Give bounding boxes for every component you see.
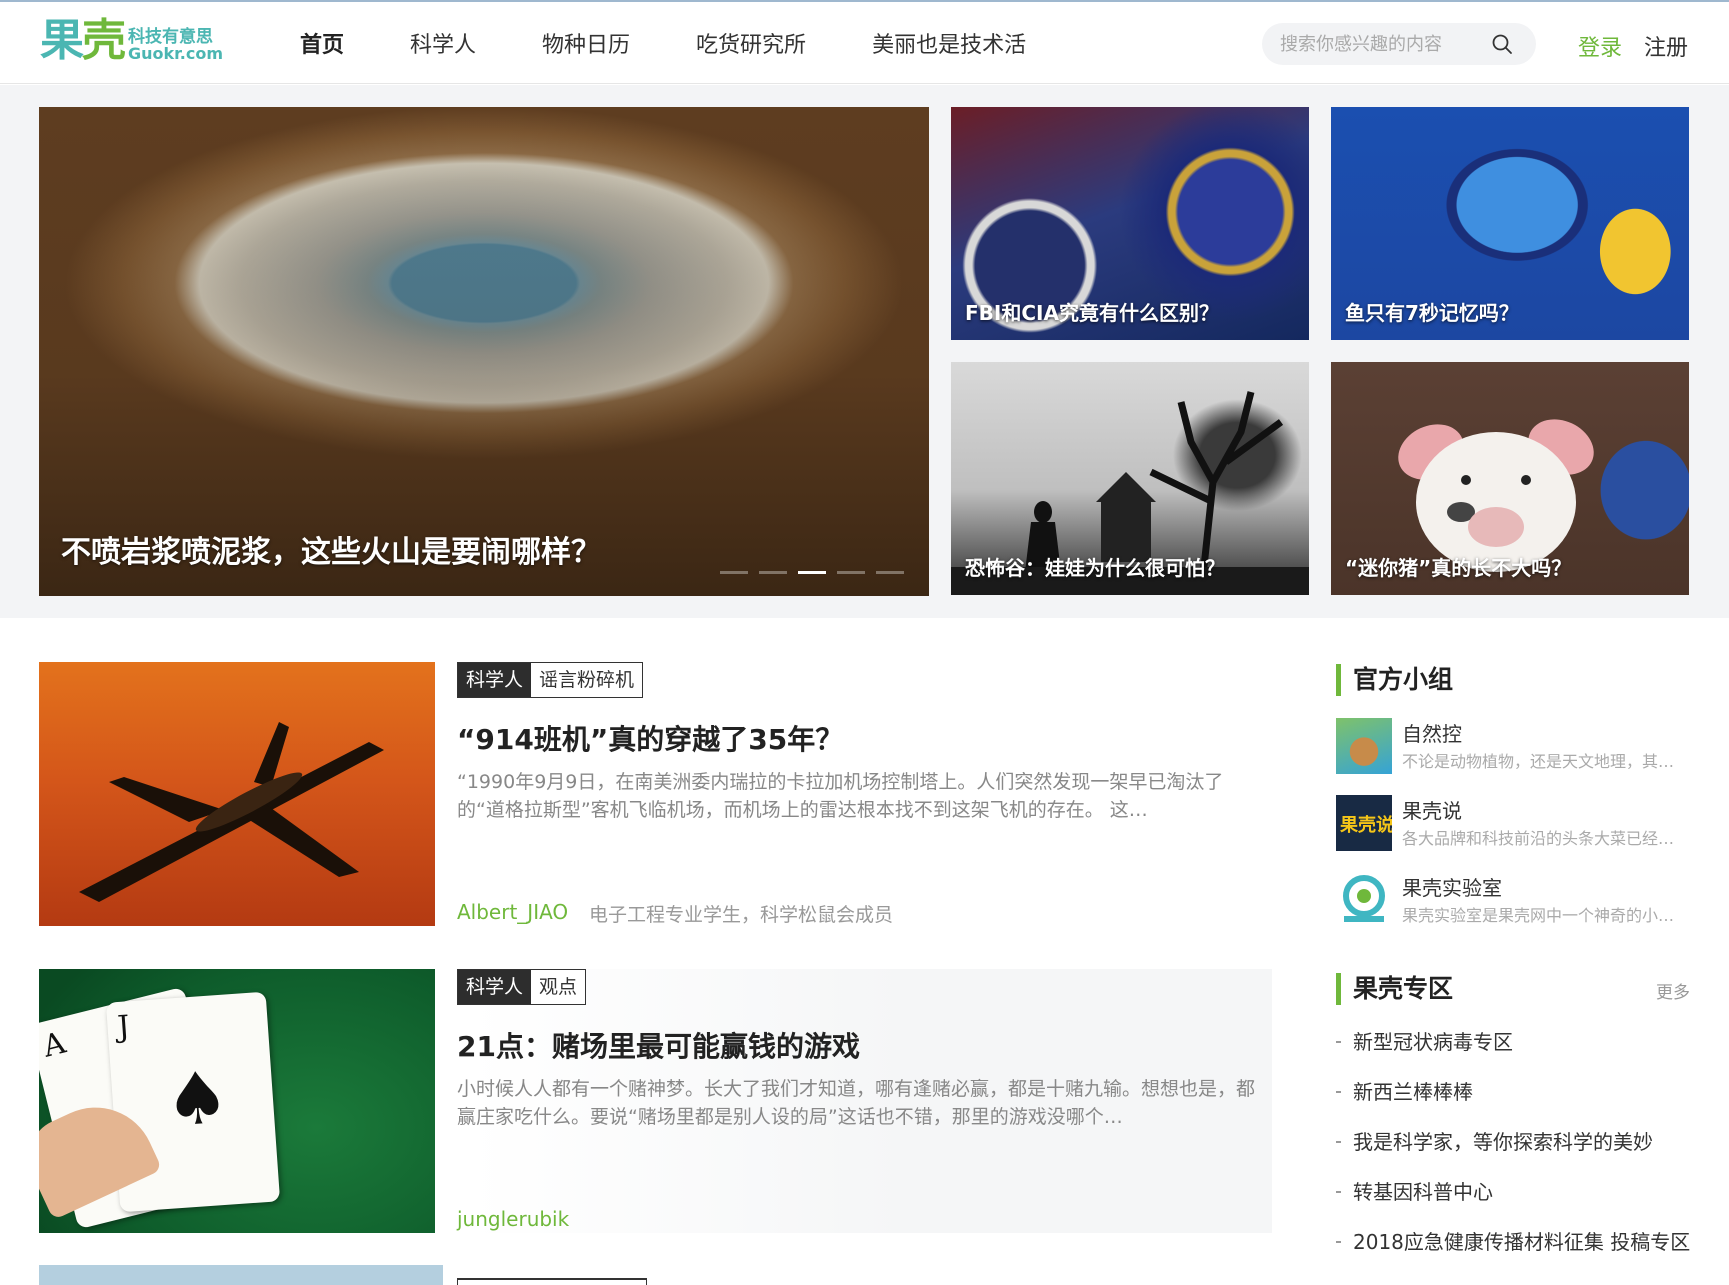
- register-link[interactable]: 注册: [1644, 30, 1688, 62]
- group-desc: 不论是动物植物，还是天文地理，其…: [1402, 752, 1675, 771]
- article-thumbnail-partial[interactable]: [39, 1265, 443, 1285]
- official-groups-heading: 官方小组: [1336, 664, 1453, 696]
- hero-image-overlay: [39, 107, 929, 596]
- hero-tile-fish-memory[interactable]: 鱼只有7秒记忆吗？: [1331, 107, 1689, 340]
- tag-topic[interactable]: 谣言粉碎机: [531, 663, 643, 697]
- hero-tile-fbi-cia[interactable]: FBI和CIA究竟有什么区别？: [951, 107, 1309, 340]
- hero-tile-title: “迷你猪”真的长不大吗？: [1345, 556, 1572, 580]
- nav-item-foodie-lab[interactable]: 吃货研究所: [696, 27, 806, 59]
- article-summary: 小时候人人都有一个赌神梦。长大了我们才知道，哪有逢赌必赢，都是十赌九输。想想也是…: [457, 1078, 1256, 1128]
- nav-item-species-calendar[interactable]: 物种日历: [542, 27, 630, 59]
- article-card: 科学人 谣言粉碎机 “914班机”真的穿越了35年？ “1990年9月9日，在南…: [39, 662, 1272, 926]
- article-author[interactable]: Albert_JIAO: [457, 900, 568, 924]
- group-guokrsays-icon: 果壳说: [1336, 795, 1392, 851]
- hero-tile-title: 鱼只有7秒记忆吗？: [1345, 301, 1519, 325]
- nav-item-beauty-tech[interactable]: 美丽也是技术活: [872, 27, 1026, 59]
- carousel-dot[interactable]: [837, 571, 865, 574]
- carousel-dot[interactable]: [720, 571, 748, 574]
- tag-topic[interactable]: 观点: [531, 970, 586, 1004]
- article-author[interactable]: junglerubik: [457, 1207, 569, 1231]
- article-tags: 科学人 观点: [457, 969, 587, 1005]
- zone-link[interactable]: 转基因科普中心: [1336, 1178, 1696, 1206]
- article-thumbnail[interactable]: [39, 662, 435, 926]
- search-input[interactable]: [1280, 31, 1480, 57]
- author-bio: 电子工程专业学生，科学松鼠会成员: [589, 904, 894, 926]
- zone-link[interactable]: 我是科学家，等你探索科学的美妙: [1336, 1128, 1696, 1156]
- group-nature-icon: [1336, 718, 1392, 774]
- tag-channel[interactable]: 科学人: [458, 663, 532, 697]
- carousel-dot[interactable]: [759, 571, 787, 574]
- article-tags-partial: [457, 1278, 647, 1285]
- article-title[interactable]: “914班机”真的穿越了35年？: [457, 718, 843, 758]
- group-item[interactable]: 果壳说 果壳说 各大品牌和科技前沿的头条大菜已经…: [1336, 795, 1696, 851]
- group-item[interactable]: 果壳实验室 果壳实验室是果壳网中一个神奇的小…: [1336, 872, 1696, 928]
- more-link[interactable]: 更多: [1656, 978, 1690, 1003]
- search-icon[interactable]: [1490, 32, 1514, 56]
- carousel-dots: [720, 571, 915, 574]
- hero-tile-uncanny-valley[interactable]: 恐怖谷：娃娃为什么很可怕？: [951, 362, 1309, 595]
- guokr-logo[interactable]: 果壳 科技有意思 Guokr.com: [40, 14, 230, 72]
- nav-item-home[interactable]: 首页: [300, 27, 344, 59]
- group-desc: 各大品牌和科技前沿的头条大菜已经…: [1402, 829, 1675, 848]
- hero-main-title[interactable]: 不喷岩浆喷泥浆，这些火山是要闹哪样？: [61, 527, 601, 571]
- zone-link[interactable]: 2018应急健康传播材料征集 投稿专区: [1336, 1228, 1696, 1256]
- group-name: 果壳实验室: [1402, 876, 1502, 900]
- airplane-illustration: [79, 722, 384, 902]
- group-item[interactable]: 自然控 不论是动物植物，还是天文地理，其…: [1336, 718, 1696, 774]
- group-desc: 果壳实验室是果壳网中一个神奇的小…: [1402, 906, 1675, 925]
- hero-tile-mini-pig[interactable]: “迷你猪”真的长不大吗？: [1331, 362, 1689, 595]
- lab-logo-icon: [1343, 875, 1385, 922]
- article-thumbnail[interactable]: A ♠ J ♠: [39, 969, 435, 1233]
- main-nav: 首页 科学人 物种日历 吃货研究所 美丽也是技术活: [300, 2, 1092, 84]
- zone-link[interactable]: 新型冠状病毒专区: [1336, 1028, 1696, 1056]
- search-box: [1262, 23, 1536, 65]
- tag-channel[interactable]: 科学人: [458, 970, 532, 1004]
- nav-item-scientific-american[interactable]: 科学人: [410, 27, 476, 59]
- zone-link[interactable]: 新西兰棒棒棒: [1336, 1078, 1696, 1106]
- carousel-dot[interactable]: [876, 571, 904, 574]
- article-title[interactable]: 21点：赌场里最可能赢钱的游戏: [457, 1025, 860, 1065]
- hero-tile-title: FBI和CIA究竟有什么区别？: [965, 301, 1219, 325]
- logo-wordmark: 果壳: [40, 15, 126, 66]
- group-name: 果壳说: [1402, 799, 1462, 823]
- article-card: A ♠ J ♠ 科学人 观点 21点：赌场里最可能赢钱的游戏 小时候人人都有一个…: [39, 969, 1272, 1233]
- hero-section: 不喷岩浆喷泥浆，这些火山是要闹哪样？ FBI和CIA究竟有什么区别？ 鱼只有7秒…: [0, 85, 1729, 618]
- article-summary: “1990年9月9日，在南美洲委内瑞拉的卡拉加机场控制塔上。人们突然发现一架早已…: [457, 771, 1224, 821]
- group-lab-icon: [1336, 872, 1392, 928]
- logo-domain: Guokr.com: [128, 44, 223, 63]
- group-name: 自然控: [1402, 722, 1462, 746]
- zone-heading: 果壳专区: [1336, 973, 1453, 1005]
- article-tags: 科学人 谣言粉碎机: [457, 662, 644, 698]
- hero-main-slide[interactable]: 不喷岩浆喷泥浆，这些火山是要闹哪样？: [39, 107, 929, 596]
- site-header: 果壳 科技有意思 Guokr.com 首页 科学人 物种日历 吃货研究所 美丽也…: [0, 2, 1729, 84]
- login-link[interactable]: 登录: [1578, 30, 1622, 62]
- carousel-dot-active[interactable]: [798, 571, 826, 574]
- hero-tile-title: 恐怖谷：娃娃为什么很可怕？: [965, 556, 1225, 580]
